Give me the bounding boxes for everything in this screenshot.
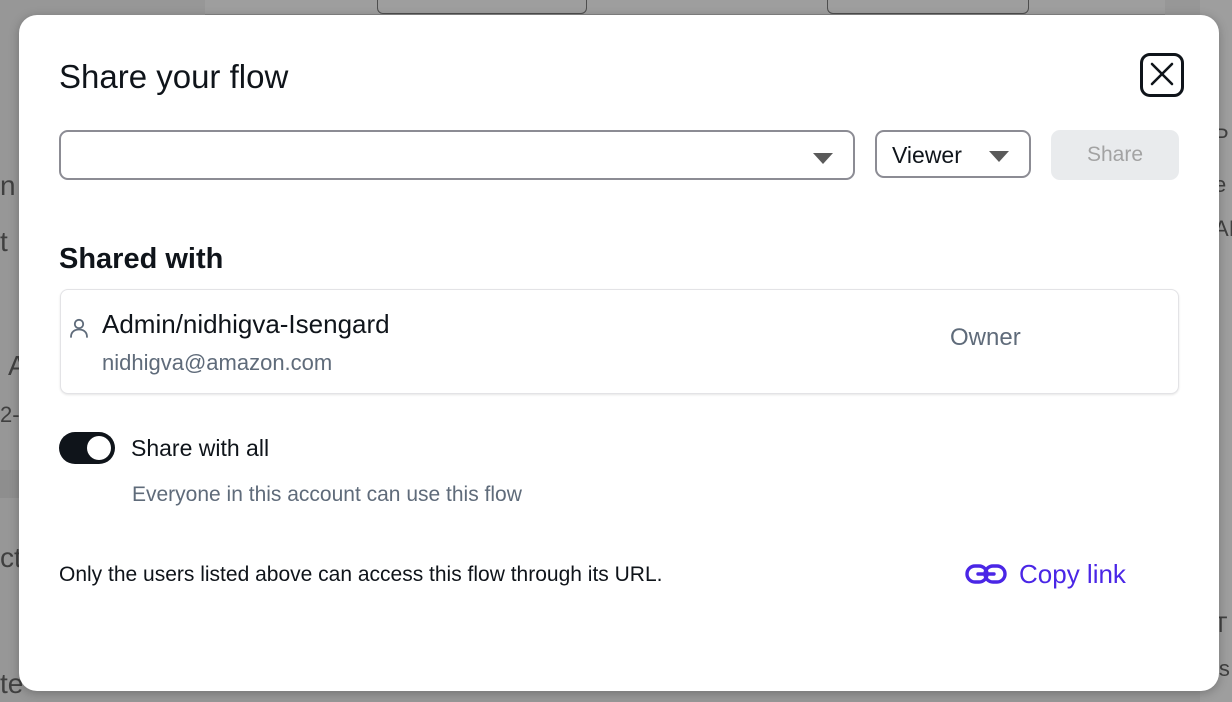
modal-title: Share your flow xyxy=(59,58,289,95)
caret-down-icon xyxy=(813,152,833,170)
role-select-value: Viewer xyxy=(892,142,962,168)
close-icon xyxy=(1149,61,1175,90)
access-note: Only the users listed above can access t… xyxy=(59,563,663,586)
shared-user-email: nidhigva@amazon.com xyxy=(102,350,333,375)
link-icon xyxy=(965,563,1007,585)
user-search-select[interactable] xyxy=(59,130,855,180)
toggle-knob xyxy=(87,436,111,460)
share-with-all-toggle[interactable] xyxy=(59,432,115,464)
copy-link-label: Copy link xyxy=(1019,559,1126,589)
share-button[interactable]: Share xyxy=(1051,130,1179,180)
shared-with-heading: Shared with xyxy=(59,243,224,275)
close-button[interactable] xyxy=(1140,53,1184,97)
caret-down-icon xyxy=(989,150,1009,168)
share-flow-modal: Share your flow Viewer Share Shared with xyxy=(19,15,1219,691)
person-icon xyxy=(68,317,90,344)
share-with-all-label: Share with all xyxy=(131,435,270,461)
shared-user-name: Admin/nidhigva-Isengard xyxy=(102,309,390,339)
copy-link-button[interactable]: Copy link xyxy=(965,557,1126,591)
shared-user-row: Admin/nidhigva-Isengard nidhigva@amazon.… xyxy=(60,289,1179,394)
share-with-all-description: Everyone in this account can use this fl… xyxy=(132,483,522,506)
role-select[interactable]: Viewer xyxy=(875,130,1031,178)
shared-user-role: Owner xyxy=(950,324,1021,351)
